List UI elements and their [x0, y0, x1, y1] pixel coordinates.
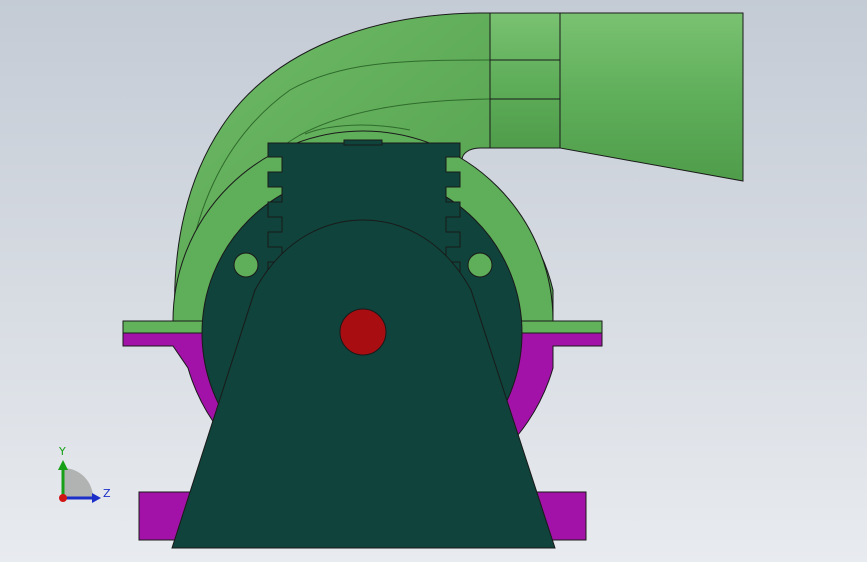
triad-y-label: Y — [58, 445, 66, 458]
motor-top-cap — [343, 139, 383, 146]
triad-z-label: Z — [103, 487, 111, 500]
cad-viewport[interactable]: Y Z — [0, 0, 867, 562]
model-canvas[interactable]: Y Z — [0, 0, 867, 562]
bolt-hole-left — [233, 252, 259, 278]
triad-x-axis — [59, 494, 67, 502]
bolt-hole-right — [467, 252, 493, 278]
drive-shaft — [339, 308, 387, 356]
pipe-segment-a — [489, 12, 561, 149]
